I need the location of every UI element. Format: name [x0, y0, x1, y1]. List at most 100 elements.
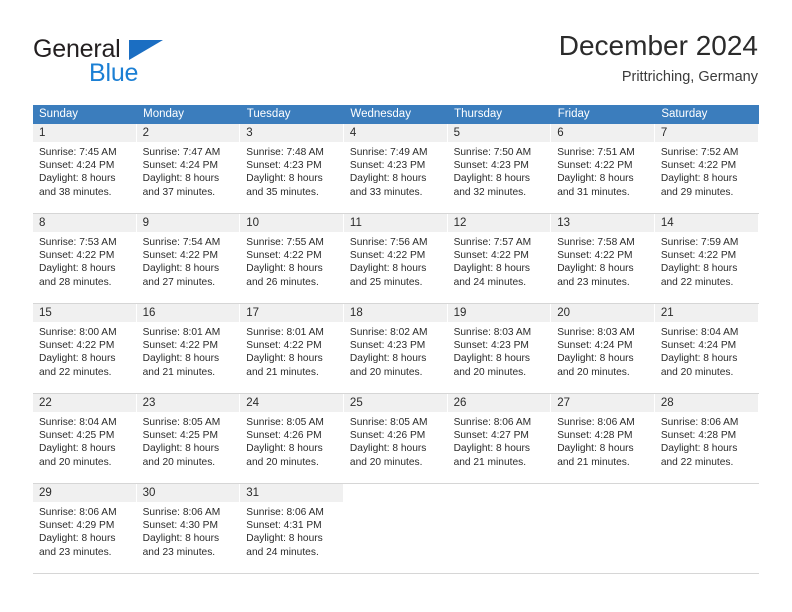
daylight-text-line1: Daylight: 8 hours [660, 173, 738, 185]
day-cell[interactable]: 9 Sunrise: 7:54 AM Sunset: 4:22 PM Dayli… [136, 213, 241, 304]
day-cell[interactable]: 1 Sunrise: 7:45 AM Sunset: 4:24 PM Dayli… [33, 124, 137, 214]
calendar-week-row: 29 Sunrise: 8:06 AM Sunset: 4:29 PM Dayl… [33, 483, 759, 574]
day-cell[interactable]: 4 Sunrise: 7:49 AM Sunset: 4:23 PM Dayli… [343, 124, 448, 214]
day-cell[interactable]: 5 Sunrise: 7:50 AM Sunset: 4:23 PM Dayli… [447, 124, 552, 214]
sunset-text: Sunset: 4:22 PM [349, 250, 426, 262]
day-details: Sunrise: 8:04 AM Sunset: 4:24 PM Dayligh… [655, 322, 759, 379]
daylight-text-line2: and 21 minutes. [557, 456, 630, 468]
day-cell[interactable]: 24 Sunrise: 8:05 AM Sunset: 4:26 PM Dayl… [240, 393, 344, 484]
sunrise-text: Sunrise: 8:05 AM [349, 417, 428, 428]
day-number: 3 [240, 124, 344, 142]
sunset-text: Sunset: 4:26 PM [246, 430, 322, 442]
sunrise-text: Sunrise: 8:04 AM [39, 417, 117, 428]
weekday-header-thursday: Thursday [447, 105, 552, 124]
day-cell[interactable]: 26 Sunrise: 8:06 AM Sunset: 4:27 PM Dayl… [447, 393, 552, 484]
day-cell[interactable]: 25 Sunrise: 8:05 AM Sunset: 4:26 PM Dayl… [343, 393, 448, 484]
sunrise-text: Sunrise: 8:06 AM [557, 417, 635, 428]
general-blue-logo[interactable]: General Blue [33, 36, 243, 94]
sunrise-sunset-calendar: Sunday Monday Tuesday Wednesday Thursday… [33, 105, 759, 574]
sunrise-text: Sunrise: 7:58 AM [557, 237, 635, 248]
day-number: 7 [654, 124, 759, 142]
day-cell[interactable]: 11 Sunrise: 7:56 AM Sunset: 4:22 PM Dayl… [343, 213, 448, 304]
day-cell[interactable]: 27 Sunrise: 8:06 AM Sunset: 4:28 PM Dayl… [551, 393, 655, 484]
day-cell[interactable]: 18 Sunrise: 8:02 AM Sunset: 4:23 PM Dayl… [343, 303, 448, 394]
day-details: Sunrise: 8:06 AM Sunset: 4:28 PM Dayligh… [655, 412, 759, 469]
page-title: December 2024 [558, 30, 758, 61]
daylight-text-line2: and 35 minutes. [246, 186, 319, 198]
sunset-text: Sunset: 4:26 PM [349, 430, 426, 442]
day-number: 9 [136, 214, 241, 232]
daylight-text-line2: and 20 minutes. [349, 456, 423, 468]
day-details: Sunrise: 8:01 AM Sunset: 4:22 PM Dayligh… [240, 322, 344, 379]
sunset-text: Sunset: 4:22 PM [246, 340, 322, 352]
daylight-text-line2: and 33 minutes. [349, 186, 423, 198]
weekday-header-tuesday: Tuesday [240, 105, 345, 124]
daylight-text-line1: Daylight: 8 hours [660, 353, 738, 365]
daylight-text-line1: Daylight: 8 hours [349, 443, 427, 455]
day-cell[interactable]: 29 Sunrise: 8:06 AM Sunset: 4:29 PM Dayl… [33, 483, 137, 574]
daylight-text-line1: Daylight: 8 hours [453, 443, 531, 455]
daylight-text-line2: and 24 minutes. [246, 546, 319, 558]
day-cell[interactable]: 30 Sunrise: 8:06 AM Sunset: 4:30 PM Dayl… [136, 483, 241, 574]
sunrise-text: Sunrise: 7:48 AM [246, 147, 324, 158]
day-cell[interactable]: 10 Sunrise: 7:55 AM Sunset: 4:22 PM Dayl… [240, 213, 344, 304]
sunset-text: Sunset: 4:31 PM [246, 520, 322, 532]
day-number: 24 [240, 394, 344, 412]
logo-text-blue: Blue [89, 59, 139, 87]
daylight-text-line1: Daylight: 8 hours [142, 443, 220, 455]
sunrise-text: Sunrise: 8:01 AM [142, 327, 221, 338]
day-cell[interactable]: 7 Sunrise: 7:52 AM Sunset: 4:22 PM Dayli… [654, 124, 759, 214]
day-cell[interactable]: 3 Sunrise: 7:48 AM Sunset: 4:23 PM Dayli… [240, 124, 344, 214]
sunrise-text: Sunrise: 7:47 AM [142, 147, 221, 158]
daylight-text-line1: Daylight: 8 hours [660, 443, 738, 455]
day-number: 17 [240, 304, 344, 322]
sunset-text: Sunset: 4:29 PM [39, 520, 115, 532]
sunrise-text: Sunrise: 7:45 AM [39, 147, 117, 158]
day-cell[interactable]: 20 Sunrise: 8:03 AM Sunset: 4:24 PM Dayl… [551, 303, 655, 394]
weekday-header-friday: Friday [551, 105, 656, 124]
sunset-text: Sunset: 4:24 PM [557, 340, 633, 352]
calendar-week-row: 1 Sunrise: 7:45 AM Sunset: 4:24 PM Dayli… [33, 124, 759, 214]
day-number: 31 [240, 484, 344, 502]
day-cell[interactable]: 12 Sunrise: 7:57 AM Sunset: 4:22 PM Dayl… [447, 213, 552, 304]
daylight-text-line1: Daylight: 8 hours [142, 263, 220, 275]
title-block: December 2024 Prittriching, Germany [559, 28, 758, 88]
day-details: Sunrise: 7:53 AM Sunset: 4:22 PM Dayligh… [33, 232, 137, 289]
day-details: Sunrise: 8:05 AM Sunset: 4:26 PM Dayligh… [344, 412, 448, 469]
day-cell[interactable]: 6 Sunrise: 7:51 AM Sunset: 4:22 PM Dayli… [551, 124, 655, 214]
day-details: Sunrise: 8:01 AM Sunset: 4:22 PM Dayligh… [137, 322, 241, 379]
daylight-text-line1: Daylight: 8 hours [557, 263, 634, 275]
day-cell[interactable]: 19 Sunrise: 8:03 AM Sunset: 4:23 PM Dayl… [447, 303, 552, 394]
day-cell[interactable]: 15 Sunrise: 8:00 AM Sunset: 4:22 PM Dayl… [33, 303, 137, 394]
day-number: 28 [654, 394, 759, 412]
day-cell[interactable]: 17 Sunrise: 8:01 AM Sunset: 4:22 PM Dayl… [240, 303, 344, 394]
day-cell[interactable]: 8 Sunrise: 7:53 AM Sunset: 4:22 PM Dayli… [33, 213, 137, 304]
day-cell[interactable]: 23 Sunrise: 8:05 AM Sunset: 4:25 PM Dayl… [136, 393, 241, 484]
day-details: Sunrise: 7:55 AM Sunset: 4:22 PM Dayligh… [240, 232, 344, 289]
daylight-text-line2: and 20 minutes. [349, 366, 423, 378]
calendar-week-row: 8 Sunrise: 7:53 AM Sunset: 4:22 PM Dayli… [33, 213, 759, 304]
day-cell[interactable]: 22 Sunrise: 8:04 AM Sunset: 4:25 PM Dayl… [33, 393, 137, 484]
daylight-text-line2: and 27 minutes. [142, 276, 216, 288]
day-cell[interactable]: 2 Sunrise: 7:47 AM Sunset: 4:24 PM Dayli… [136, 124, 241, 214]
sunrise-text: Sunrise: 8:05 AM [142, 417, 221, 428]
sunrise-text: Sunrise: 8:06 AM [660, 417, 739, 428]
day-cell[interactable]: 21 Sunrise: 8:04 AM Sunset: 4:24 PM Dayl… [654, 303, 759, 394]
day-cell[interactable]: 16 Sunrise: 8:01 AM Sunset: 4:22 PM Dayl… [136, 303, 241, 394]
day-number: 21 [654, 304, 759, 322]
daylight-text-line2: and 22 minutes. [660, 456, 734, 468]
day-cell[interactable]: 14 Sunrise: 7:59 AM Sunset: 4:22 PM Dayl… [654, 213, 759, 304]
sunrise-text: Sunrise: 7:54 AM [142, 237, 221, 248]
sunset-text: Sunset: 4:22 PM [557, 160, 633, 172]
sunset-text: Sunset: 4:22 PM [142, 340, 218, 352]
day-cell[interactable]: 28 Sunrise: 8:06 AM Sunset: 4:28 PM Dayl… [654, 393, 759, 484]
page-header: General Blue December 2024 Prittriching,… [33, 28, 758, 96]
day-cell[interactable]: 31 Sunrise: 8:06 AM Sunset: 4:31 PM Dayl… [240, 483, 344, 574]
sunrise-text: Sunrise: 7:52 AM [660, 147, 739, 158]
day-number: 22 [33, 394, 137, 412]
day-number: 1 [33, 124, 137, 142]
sunrise-text: Sunrise: 8:04 AM [660, 327, 739, 338]
sunset-text: Sunset: 4:22 PM [660, 160, 737, 172]
sunset-text: Sunset: 4:22 PM [142, 250, 218, 262]
day-cell[interactable]: 13 Sunrise: 7:58 AM Sunset: 4:22 PM Dayl… [551, 213, 655, 304]
